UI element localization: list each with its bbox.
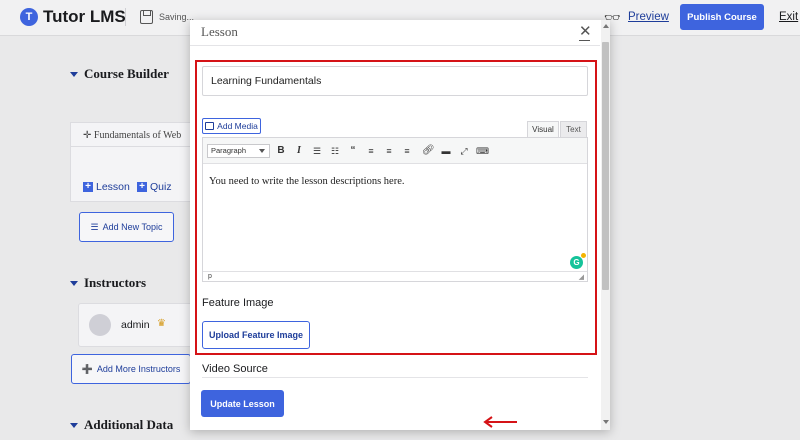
editor-content[interactable]: You need to write the lesson description… <box>209 176 404 187</box>
feature-image-label: Feature Image <box>202 297 274 309</box>
publish-course-button[interactable]: Publish Course <box>680 4 764 30</box>
course-builder-heading[interactable]: Course Builder <box>70 66 169 82</box>
add-media-button[interactable]: Add Media <box>202 118 261 134</box>
align-right-icon[interactable]: ≡ <box>401 145 413 157</box>
blockquote-icon[interactable]: “ <box>347 145 359 157</box>
drag-move-icon[interactable]: ✛ <box>83 130 91 141</box>
add-more-instructors-button[interactable]: ➕ Add More Instructors <box>71 354 191 384</box>
tab-visual[interactable]: Visual <box>527 121 559 137</box>
editor-statusbar: p ◢ <box>203 271 587 282</box>
modal-scrollbar[interactable] <box>601 20 610 430</box>
grammarly-icon[interactable]: G <box>570 253 586 269</box>
tab-text[interactable]: Text <box>560 121 587 137</box>
add-user-icon: ➕ <box>81 363 93 374</box>
bullet-list-icon[interactable]: ☰ <box>311 145 323 157</box>
exit-link[interactable]: Exit <box>779 11 798 23</box>
fullscreen-icon[interactable]: ⤢ <box>458 145 470 157</box>
lesson-modal: Lesson ✕ Add Media Visual Text Paragraph… <box>190 20 610 430</box>
plus-icon: + <box>137 182 147 192</box>
video-source-label: Video Source <box>202 363 268 375</box>
update-lesson-button[interactable]: Update Lesson <box>201 390 284 417</box>
collapse-caret-icon <box>70 71 78 77</box>
element-path: p <box>208 273 212 280</box>
media-icon <box>205 122 215 130</box>
tutor-logo[interactable]: T Tutor LMS <box>20 7 126 27</box>
section-divider <box>202 377 588 378</box>
instructors-heading[interactable]: Instructors <box>70 275 146 291</box>
resize-handle-icon[interactable]: ◢ <box>579 273 584 283</box>
lesson-name-input[interactable] <box>202 66 588 96</box>
preview-link[interactable]: Preview <box>628 11 669 23</box>
editor-toolbar: Paragraph B I ☰ ☷ “ ≡ ≡ ≡ 🔗︎ ▬ ⤢ ⌨ <box>203 138 587 164</box>
align-left-icon[interactable]: ≡ <box>365 145 377 157</box>
add-lesson-link[interactable]: + Lesson <box>83 181 130 193</box>
add-quiz-link[interactable]: + Quiz <box>137 181 172 193</box>
modal-title: Lesson <box>201 24 238 39</box>
plus-icon: + <box>83 182 93 192</box>
italic-icon[interactable]: I <box>293 145 305 157</box>
numbered-list-icon[interactable]: ☷ <box>329 145 341 157</box>
save-status: Saving... <box>159 12 195 22</box>
topic-header[interactable]: ✛ Fundamentals of Web <box>71 123 199 147</box>
bold-icon[interactable]: B <box>275 145 287 157</box>
save-icon <box>140 10 153 24</box>
horizontal-line-icon[interactable]: ▬ <box>440 145 452 157</box>
link-icon[interactable]: 🔗︎ <box>422 145 435 157</box>
topic-card: ✛ Fundamentals of Web + Lesson + Quiz <box>70 122 200 202</box>
logo-text: Tutor LMS <box>43 7 126 26</box>
avatar <box>89 314 111 336</box>
scroll-down-icon[interactable] <box>603 420 609 424</box>
arrow-annotation-icon <box>483 416 517 428</box>
scroll-thumb[interactable] <box>602 42 609 290</box>
upload-feature-image-button[interactable]: Upload Feature Image <box>202 321 310 349</box>
close-icon[interactable]: ✕ <box>579 22 592 41</box>
align-center-icon[interactable]: ≡ <box>383 145 395 157</box>
kitchen-sink-icon[interactable]: ⌨ <box>476 145 489 157</box>
logo-mark: T <box>20 8 38 26</box>
instructor-name: admin <box>121 319 150 331</box>
crown-icon: ♛ <box>157 318 166 329</box>
collapse-caret-icon <box>70 422 78 428</box>
add-topic-icon: ☰ <box>90 221 99 232</box>
collapse-caret-icon <box>70 280 78 286</box>
scroll-up-icon[interactable] <box>603 24 609 28</box>
modal-divider <box>190 45 600 46</box>
instructor-card: admin ♛ <box>78 303 198 347</box>
topic-title: ✛ Fundamentals of Web <box>83 130 182 141</box>
paragraph-format-select[interactable]: Paragraph <box>207 144 270 158</box>
header-divider <box>125 8 126 26</box>
add-new-topic-button[interactable]: ☰ Add New Topic <box>79 212 174 242</box>
lesson-editor: Paragraph B I ☰ ☷ “ ≡ ≡ ≡ 🔗︎ ▬ ⤢ ⌨ You n… <box>202 137 588 282</box>
additional-data-heading[interactable]: Additional Data <box>70 417 173 433</box>
